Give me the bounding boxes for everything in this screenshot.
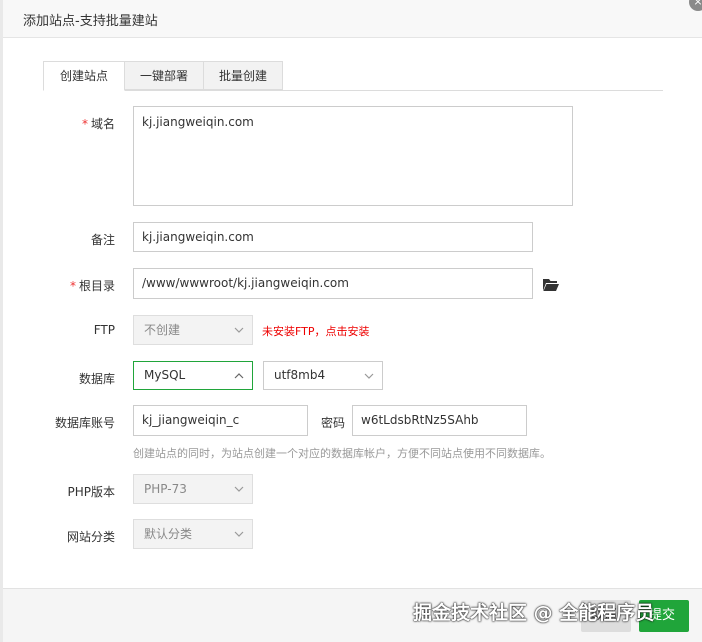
root-label: * 根目录 [69,279,115,293]
dialog-footer: 取消 提交 [3,588,702,642]
dialog-title: 添加站点-支持批量建站 [23,14,158,29]
site-category-select[interactable]: 默认分类 [133,519,253,549]
remark-label: 备注 [90,233,115,247]
database-label: 数据库 [78,372,115,386]
chevron-down-icon [234,531,244,537]
tab-batch-create[interactable]: 批量创建 [203,61,283,90]
db-hint-text: 创建站点的同时，为站点创建一个对应的数据库帐户，方便不同站点使用不同数据库。 [133,447,551,460]
db-account-label: 数据库账号 [54,416,115,430]
php-version-label: PHP版本 [67,485,116,499]
db-user-input[interactable]: kj_jiangweiqin_c [133,405,308,436]
database-type-select[interactable]: MySQL [133,361,253,390]
domain-label: * 域名 [81,117,115,131]
add-site-dialog: 添加站点-支持批量建站 创建站点 一键部署 批量创建 * 域名 kj.jiangw… [3,0,702,642]
chevron-down-icon [234,327,244,333]
tab-create-site[interactable]: 创建站点 [43,61,125,91]
database-charset-select[interactable]: utf8mb4 [263,361,383,390]
chevron-down-icon [364,373,374,379]
cancel-button[interactable]: 取消 [581,600,631,632]
site-category-label: 网站分类 [66,530,115,544]
tab-one-click-deploy[interactable]: 一键部署 [124,61,204,90]
submit-button[interactable]: 提交 [639,600,689,632]
tab-bar: 创建站点 一键部署 批量创建 [43,61,663,91]
chevron-up-icon [234,372,244,378]
ftp-label: FTP [93,323,115,337]
chevron-down-icon [234,486,244,492]
dialog-titlebar: 添加站点-支持批量建站 [3,0,702,38]
php-version-select[interactable]: PHP-73 [133,474,253,504]
db-password-input[interactable]: w6tLdsbRtNz5SAhb [352,405,527,436]
ftp-select[interactable]: 不创建 [133,315,253,345]
folder-open-icon[interactable] [543,278,559,292]
domain-textarea[interactable]: kj.jiangweiqin.com [133,106,573,206]
root-path-input[interactable]: /www/wwwroot/kj.jiangweiqin.com [133,268,533,299]
ftp-install-link[interactable]: 未安装FTP，点击安装 [262,323,370,339]
db-password-label: 密码 [321,416,346,430]
remark-input[interactable]: kj.jiangweiqin.com [133,222,533,252]
